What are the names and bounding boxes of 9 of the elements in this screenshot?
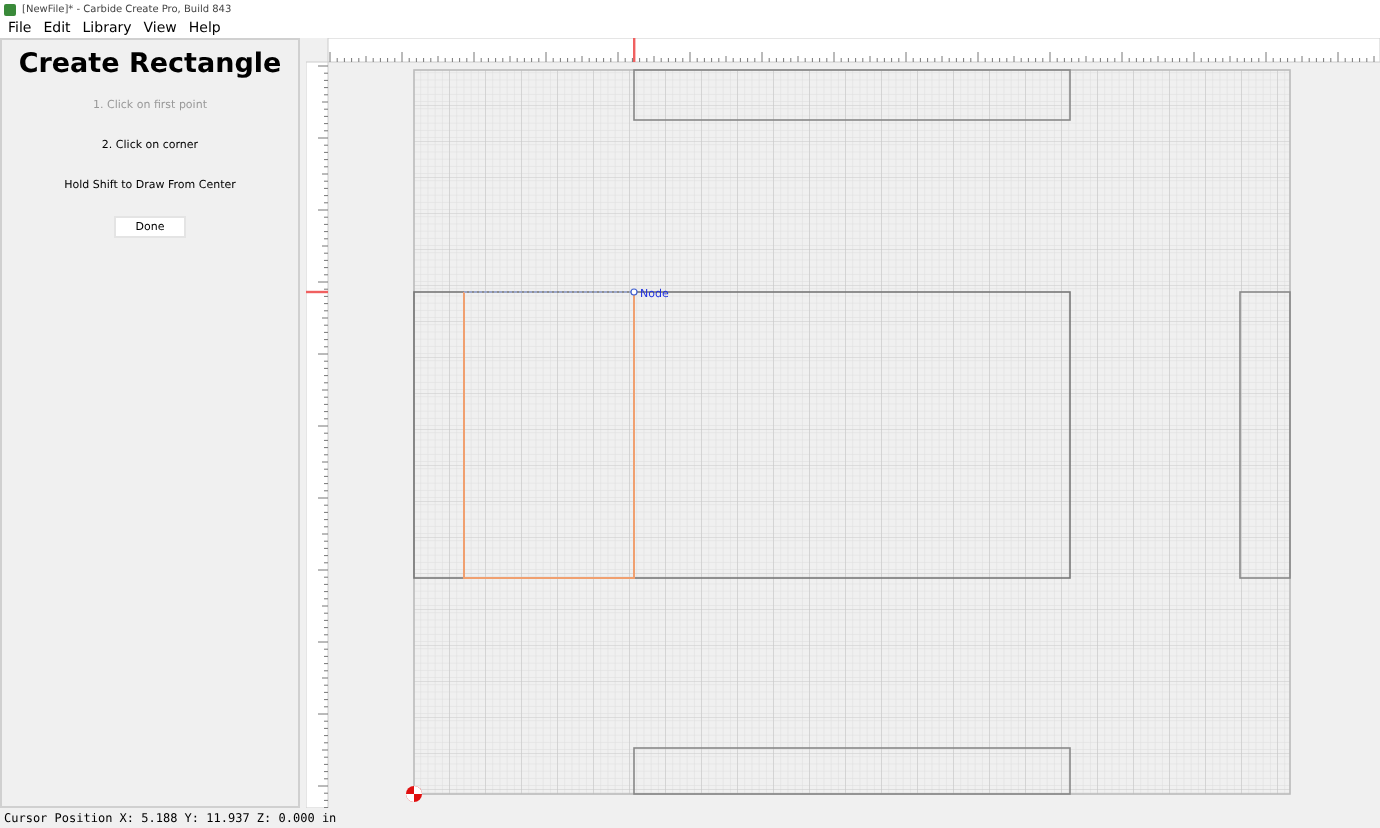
rectangle-shape[interactable] (633, 747, 1071, 795)
rectangle-shape[interactable] (633, 69, 1071, 121)
node-handle[interactable] (630, 288, 638, 296)
app-icon (4, 3, 16, 15)
ruler-marker (306, 290, 328, 294)
panel-heading: Create Rectangle (18, 48, 282, 80)
origin-icon (406, 786, 422, 802)
ruler-marker (633, 38, 636, 62)
rectangle-shape[interactable] (1239, 291, 1291, 579)
